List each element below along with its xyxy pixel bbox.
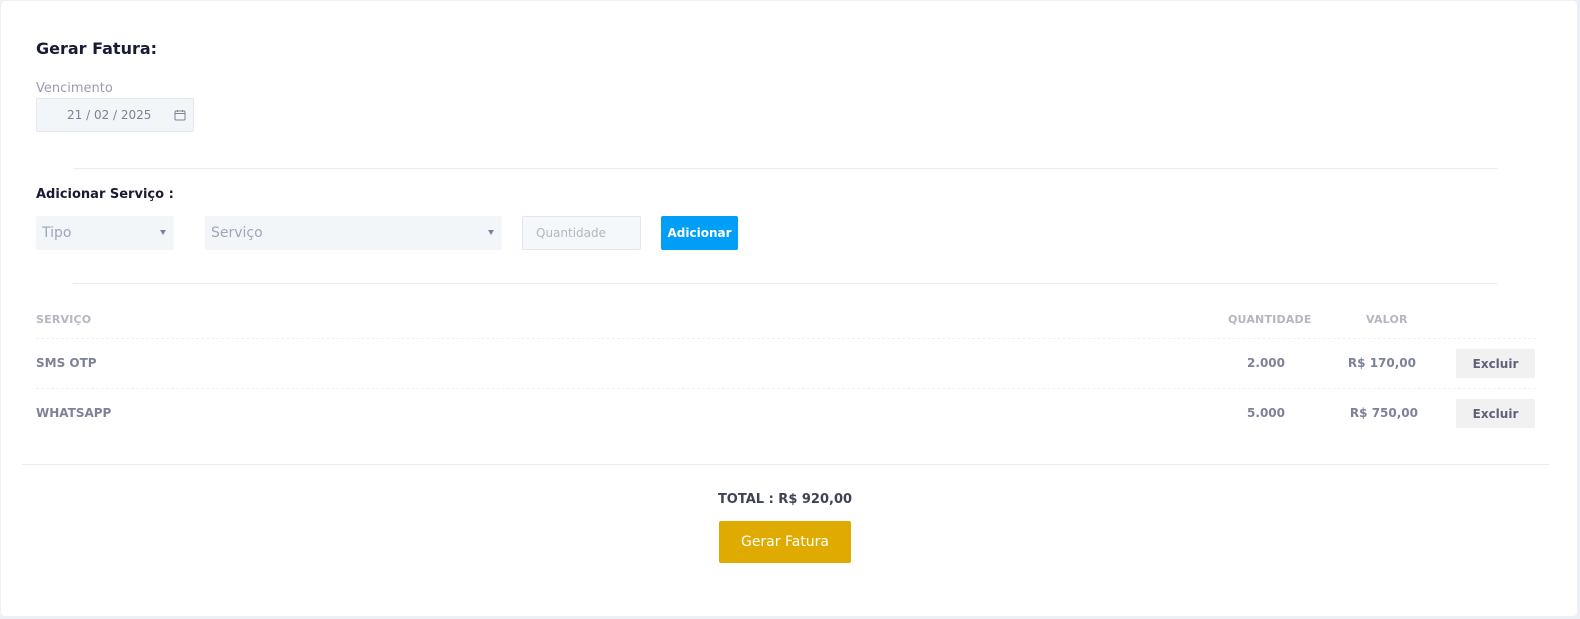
quantity-input[interactable]: [522, 216, 641, 250]
row-quantity: 5.000: [1247, 406, 1285, 420]
tipo-select-value: Tipo: [42, 225, 72, 241]
due-date-label: Vencimento: [36, 81, 113, 96]
table-header-value: VALOR: [1366, 313, 1408, 326]
due-date-value: 21 / 02 / 2025: [67, 108, 152, 122]
row-value: R$ 750,00: [1349, 406, 1418, 420]
row-service: WHATSAPP: [36, 406, 112, 420]
calendar-icon[interactable]: [174, 109, 186, 121]
invoice-card: Gerar Fatura: Vencimento 21 / 02 / 2025 …: [1, 1, 1577, 616]
chevron-down-icon: [488, 230, 494, 235]
tipo-select[interactable]: Tipo: [36, 216, 174, 250]
add-service-button[interactable]: Adicionar: [661, 216, 738, 250]
section-divider: [73, 283, 1497, 284]
generate-invoice-button[interactable]: Gerar Fatura: [719, 521, 851, 563]
servico-select-value: Serviço: [211, 225, 263, 241]
section-divider: [73, 168, 1497, 169]
invoice-total: TOTAL : R$ 920,00: [717, 492, 853, 507]
add-service-title: Adicionar Serviço :: [36, 187, 174, 202]
delete-row-button[interactable]: Excluir: [1456, 399, 1535, 428]
table-footer-divider: [22, 464, 1549, 465]
table-header-service: SERVIÇO: [36, 313, 92, 326]
row-value: R$ 170,00: [1347, 356, 1416, 370]
delete-row-button[interactable]: Excluir: [1456, 349, 1535, 378]
table-header-quantity: QUANTIDADE: [1228, 313, 1312, 326]
chevron-down-icon: [160, 230, 166, 235]
row-separator: [36, 388, 1536, 389]
row-service: SMS OTP: [36, 356, 97, 370]
page-title: Gerar Fatura:: [36, 39, 158, 58]
due-date-input[interactable]: 21 / 02 / 2025: [36, 98, 194, 132]
row-separator: [36, 338, 1536, 339]
servico-select[interactable]: Serviço: [205, 216, 502, 250]
row-quantity: 2.000: [1247, 356, 1285, 370]
